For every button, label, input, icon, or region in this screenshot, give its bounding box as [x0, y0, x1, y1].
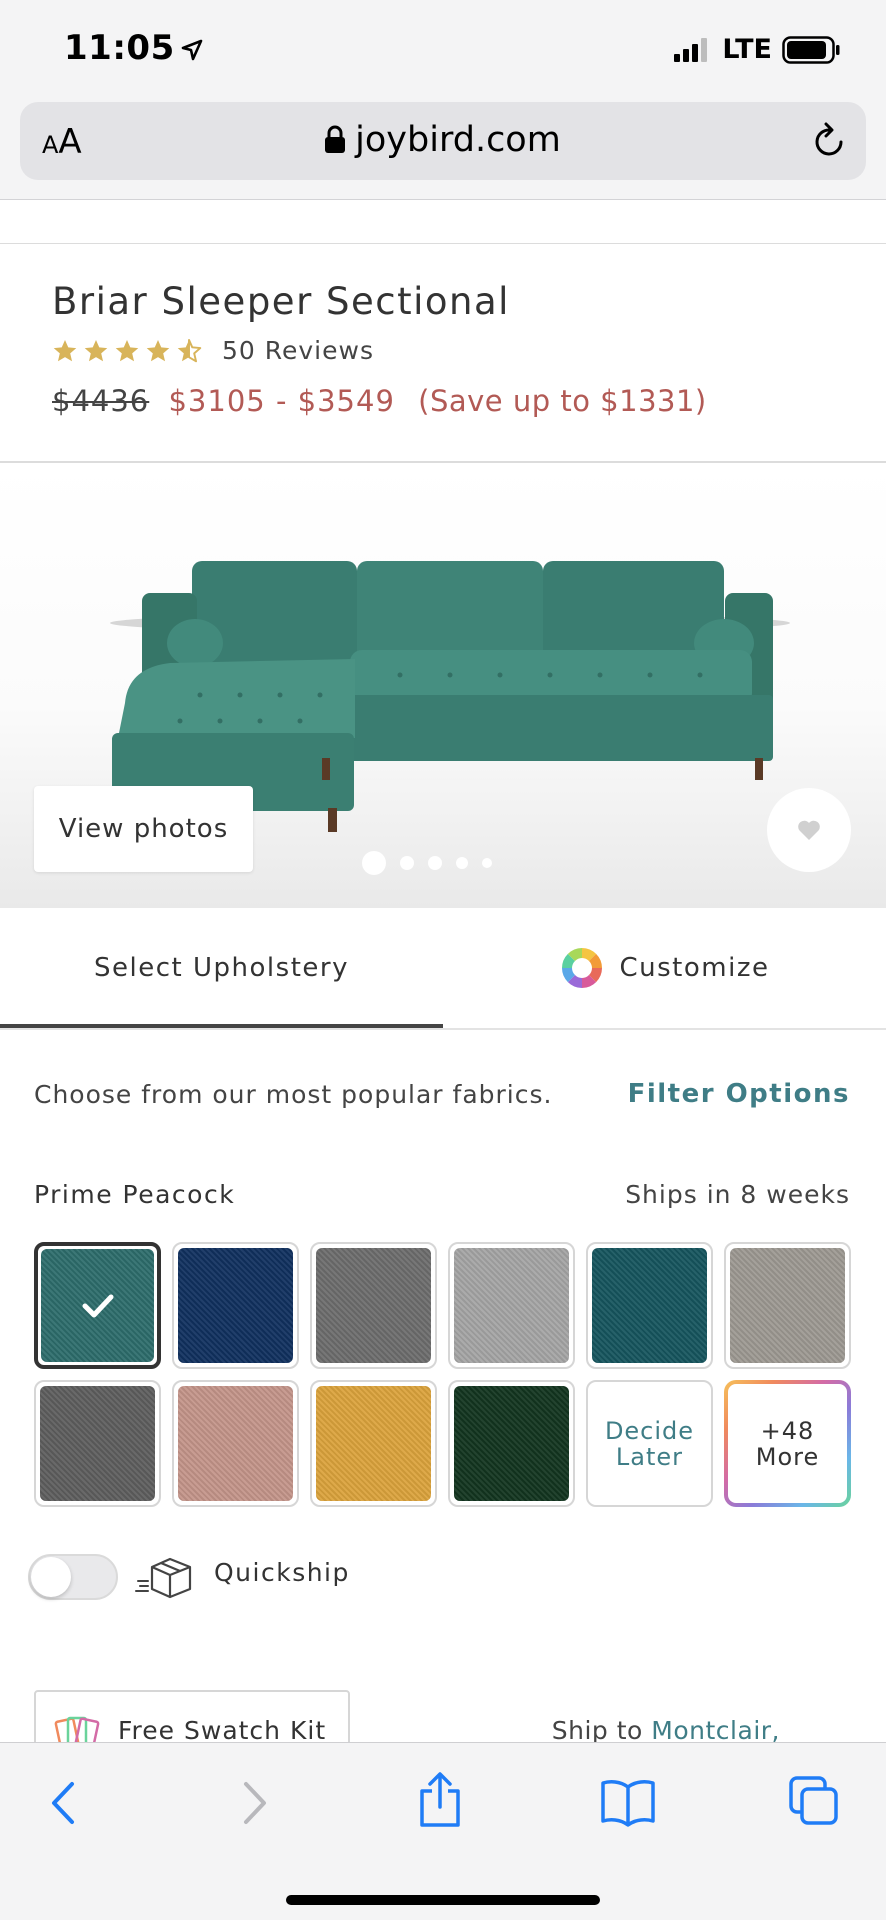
star-rating [52, 338, 202, 364]
tabs-icon[interactable] [788, 1775, 840, 1827]
gallery-dot[interactable] [428, 856, 442, 870]
swatch-color [316, 1386, 431, 1501]
forward-icon[interactable] [234, 1778, 274, 1828]
status-time: 11:05 [64, 28, 203, 68]
gallery-dot[interactable] [456, 857, 468, 869]
fabric-swatch[interactable] [172, 1242, 299, 1369]
more-fabrics-label: More [755, 1442, 820, 1471]
network-type: LTE [722, 34, 772, 65]
divider [0, 243, 886, 244]
filter-options-link[interactable]: Filter Options [628, 1079, 850, 1109]
fabric-swatch-grid: Decide Later +48 More [34, 1242, 852, 1507]
fabric-intro-text: Choose from our most popular fabrics. [34, 1080, 553, 1109]
product-title: Briar Sleeper Sectional [52, 280, 510, 323]
browser-address-area: AA joybird.com [0, 96, 886, 200]
sale-price: $3105 - $3549 [168, 384, 395, 418]
swatch-color [454, 1386, 569, 1501]
address-bar[interactable]: AA joybird.com [20, 102, 866, 180]
color-wheel-icon [561, 948, 602, 988]
location-arrow-icon [181, 39, 203, 60]
gallery-dot-active[interactable] [362, 851, 386, 875]
ship-to-prefix: Ship to [551, 1716, 643, 1745]
active-tab-indicator [0, 1024, 443, 1028]
gallery-dot[interactable] [482, 858, 492, 868]
more-fabrics-count: +48 [760, 1416, 815, 1445]
swatch-color [730, 1248, 845, 1363]
half-star-icon [177, 338, 202, 362]
swatch-color [178, 1248, 293, 1363]
star-icon [115, 339, 139, 361]
selected-fabric-name: Prime Peacock [34, 1180, 236, 1209]
browser-toolbar [0, 1742, 886, 1920]
reviews-link[interactable]: 50 Reviews [222, 336, 374, 365]
signal-icon [674, 37, 708, 62]
star-icon [53, 339, 77, 361]
ship-to-text: Ship to Montclair, [552, 1716, 780, 1745]
star-icon [146, 339, 170, 361]
view-photos-button[interactable]: View photos [34, 786, 253, 872]
lock-icon [325, 125, 346, 153]
swatch-color [41, 1249, 154, 1362]
share-icon[interactable] [416, 1771, 464, 1829]
swatch-color [316, 1248, 431, 1363]
tab-label: Customize [619, 953, 770, 983]
quickship-box-icon [135, 1557, 192, 1599]
quickship-label: Quickship [214, 1558, 350, 1587]
status-time-text: 11:05 [64, 28, 175, 68]
price-row: $4436 $3105 - $3549 (Save up to $1331) [52, 384, 707, 418]
fabric-swatch[interactable] [724, 1242, 851, 1369]
original-price: $4436 [52, 384, 150, 418]
fabric-swatch[interactable] [310, 1242, 437, 1369]
tab-customize[interactable]: Customize [443, 908, 886, 1028]
status-indicators: LTE [674, 34, 840, 65]
savings-text: (Save up to $1331) [418, 384, 707, 418]
swatch-kit-label: Free Swatch Kit [118, 1715, 327, 1745]
url-display[interactable]: joybird.com [20, 120, 866, 160]
swatch-color [178, 1386, 293, 1501]
ship-time: Ships in 8 weeks [625, 1180, 850, 1209]
fabric-swatch[interactable] [586, 1242, 713, 1369]
fabric-swatch[interactable] [34, 1380, 161, 1507]
swatch-color [592, 1248, 707, 1363]
gallery-dot[interactable] [400, 856, 414, 870]
bookmarks-icon[interactable] [600, 1779, 656, 1827]
more-fabrics-button[interactable]: +48 More [724, 1380, 851, 1507]
upholstery-tabs: Select Upholstery Customize [0, 908, 886, 1030]
fabric-swatch-selected[interactable] [34, 1242, 161, 1369]
battery-icon [782, 35, 840, 64]
toggle-knob [31, 1557, 71, 1597]
decide-later-line1: Decide [604, 1416, 695, 1445]
decide-later-line2: Later [615, 1442, 684, 1471]
decide-later-button[interactable]: Decide Later [586, 1380, 713, 1507]
product-gallery[interactable]: View photos [0, 463, 886, 908]
fabric-swatch[interactable] [310, 1380, 437, 1507]
fabric-swatch[interactable] [172, 1380, 299, 1507]
heart-icon [798, 820, 820, 840]
swatch-color [40, 1386, 155, 1501]
status-bar: 11:05 LTE [0, 0, 886, 96]
checkmark-icon [82, 1294, 113, 1317]
tab-label: Select Upholstery [94, 953, 349, 983]
fabric-swatch[interactable] [448, 1380, 575, 1507]
swatch-color [454, 1248, 569, 1363]
fabric-swatch[interactable] [448, 1242, 575, 1369]
tab-select-upholstery[interactable]: Select Upholstery [0, 908, 443, 1028]
rating-row[interactable]: 50 Reviews [52, 336, 374, 365]
star-icon [84, 339, 108, 361]
back-icon[interactable] [44, 1778, 84, 1828]
quickship-toggle[interactable] [28, 1554, 118, 1600]
gallery-pagination[interactable] [362, 851, 492, 875]
url-domain-text: joybird.com [355, 120, 561, 160]
home-indicator [286, 1895, 600, 1905]
ship-to-city-link[interactable]: Montclair, [651, 1716, 780, 1745]
reload-icon[interactable] [812, 120, 848, 160]
favorite-button[interactable] [767, 788, 851, 872]
